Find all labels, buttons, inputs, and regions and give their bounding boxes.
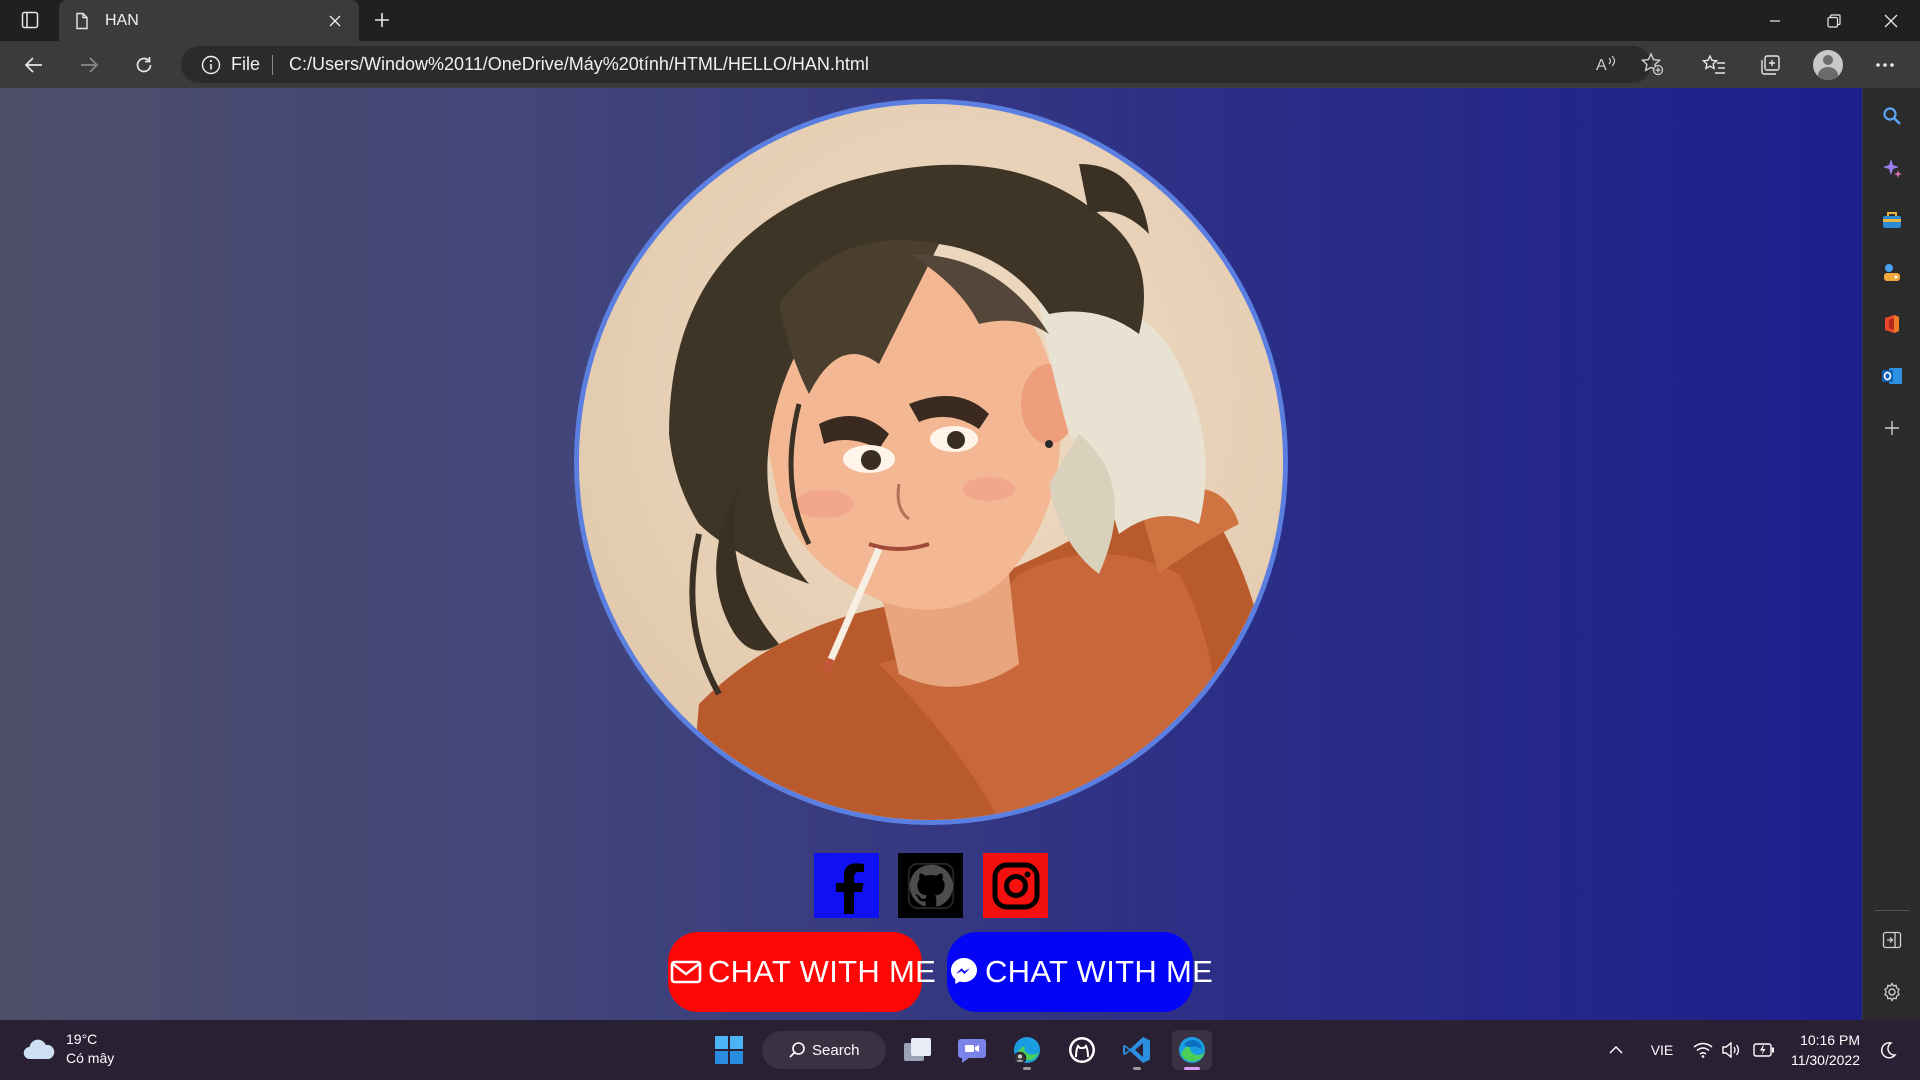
discover-icon[interactable]: [1878, 154, 1906, 182]
chat-email-label: CHAT WITH ME: [708, 954, 937, 989]
favorites-icon[interactable]: [1697, 48, 1731, 82]
refresh-icon[interactable]: [126, 47, 162, 83]
address-bar[interactable]: File C:/Users/Window%2011/OneDrive/Máy%2…: [181, 46, 1651, 83]
weather-condition: Có mây: [66, 1050, 115, 1066]
profile-portrait: [574, 99, 1288, 825]
scheme-label: File: [231, 54, 261, 74]
games-icon[interactable]: [1878, 258, 1906, 286]
task-view-icon[interactable]: [898, 1030, 938, 1070]
tab-han[interactable]: HAN: [59, 0, 359, 41]
browser-toolbar: File C:/Users/Window%2011/OneDrive/Máy%2…: [0, 41, 1920, 88]
hide-sidebar-icon[interactable]: [1878, 926, 1906, 954]
info-icon[interactable]: [201, 55, 221, 75]
tab-title: HAN: [105, 11, 139, 29]
show-hidden-icons-chevron-icon[interactable]: [1605, 1036, 1627, 1064]
close-tab-icon[interactable]: [325, 11, 345, 31]
forward-icon[interactable]: [71, 47, 107, 83]
edge-profile-icon[interactable]: [1007, 1030, 1047, 1070]
minimize-icon[interactable]: [1746, 0, 1803, 41]
tab-actions-icon[interactable]: [14, 7, 46, 33]
settings-gear-icon[interactable]: [1878, 978, 1906, 1006]
collections-icon[interactable]: [1753, 48, 1787, 82]
url-text[interactable]: C:/Users/Window%2011/OneDrive/Máy%20tính…: [289, 54, 869, 75]
chat-email-button[interactable]: CHAT WITH ME: [668, 932, 936, 1012]
vscode-icon[interactable]: [1117, 1030, 1157, 1070]
running-indicator: [1133, 1067, 1141, 1070]
office-icon[interactable]: [1878, 310, 1906, 338]
github-desktop-icon[interactable]: [1062, 1030, 1102, 1070]
add-icon[interactable]: [1878, 414, 1906, 442]
active-indicator: [1184, 1067, 1200, 1070]
page-content: CHAT WITH ME CHAT WITH ME: [0, 88, 1862, 1020]
profile-avatar[interactable]: [1813, 50, 1843, 80]
focus-assist-moon-icon[interactable]: [1876, 1036, 1900, 1064]
weather-widget[interactable]: 19°C Có mây: [22, 1030, 114, 1068]
clock-date: 11/30/2022: [1790, 1052, 1860, 1068]
battery-icon[interactable]: [1752, 1036, 1776, 1064]
sidebar-divider: [1875, 910, 1909, 911]
close-window-icon[interactable]: [1862, 0, 1919, 41]
messenger-icon: [949, 956, 979, 988]
language-indicator[interactable]: VIE: [1644, 1036, 1680, 1064]
edge-browser-icon[interactable]: [1172, 1030, 1212, 1070]
tab-strip: HAN: [0, 0, 1920, 41]
start-button[interactable]: [709, 1030, 749, 1070]
windows-taskbar: 19°C Có mây Search VIE 10:16 PM 11/30/20…: [0, 1020, 1920, 1080]
chat-messenger-label: CHAT WITH ME: [985, 954, 1214, 989]
add-favorite-icon[interactable]: [1638, 50, 1666, 78]
running-indicator: [1023, 1067, 1031, 1070]
outlook-icon[interactable]: [1878, 362, 1906, 390]
back-icon[interactable]: [16, 47, 52, 83]
wifi-icon[interactable]: [1692, 1036, 1714, 1064]
github-icon[interactable]: [898, 853, 963, 918]
envelope-icon: [670, 956, 702, 988]
cloud-icon: [22, 1037, 56, 1061]
search-icon[interactable]: [1878, 102, 1906, 130]
page-icon: [73, 12, 91, 30]
taskbar-search[interactable]: Search: [762, 1031, 886, 1069]
new-tab-icon[interactable]: [368, 6, 396, 34]
address-divider: [272, 54, 274, 75]
volume-icon[interactable]: [1720, 1036, 1742, 1064]
taskbar-clock[interactable]: 10:16 PM 11/30/2022: [1780, 1030, 1860, 1070]
weather-temperature: 19°C: [66, 1031, 98, 1047]
read-aloud-icon[interactable]: A: [1592, 50, 1620, 78]
svg-text:A: A: [1596, 57, 1607, 74]
teams-chat-icon[interactable]: [952, 1030, 992, 1070]
chat-messenger-button[interactable]: CHAT WITH ME: [947, 932, 1213, 1012]
screen: HAN File C:/Users/Window%2011/OneDrive/M…: [0, 0, 1920, 1080]
edge-sidebar: [1862, 88, 1920, 1020]
search-label: Search: [812, 1041, 860, 1059]
facebook-icon[interactable]: [814, 853, 879, 918]
restore-icon[interactable]: [1805, 0, 1862, 41]
tools-icon[interactable]: [1878, 206, 1906, 234]
clock-time: 10:16 PM: [1800, 1032, 1860, 1048]
search-icon: [788, 1041, 806, 1059]
instagram-icon[interactable]: [983, 853, 1048, 918]
more-options-icon[interactable]: [1868, 48, 1902, 82]
